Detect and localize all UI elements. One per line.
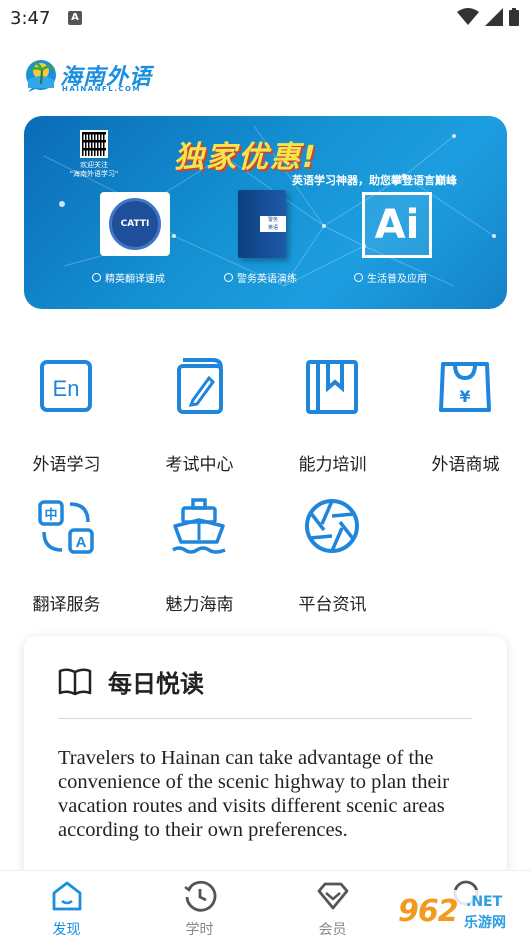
nav-item-study-hours[interactable]: 学时 <box>133 879 266 939</box>
nav-label: 会员 <box>318 922 347 938</box>
menu-label: 平台资讯 <box>298 595 367 615</box>
diamond-icon <box>317 882 348 910</box>
menu-item-foreign-language-study[interactable]: En 外语学习 <box>0 356 133 486</box>
exam-pencil-icon <box>177 358 223 414</box>
reading-text: Travelers to Hainan can take advantage o… <box>58 747 450 841</box>
wifi-icon <box>457 8 479 25</box>
qr-code <box>80 130 108 158</box>
menu-label: 能力培训 <box>298 455 367 475</box>
shopping-bag-yen-icon: ¥ <box>439 362 491 412</box>
banner-caption-text: 警务英语演练 <box>237 274 297 285</box>
menu-item-exam-center[interactable]: 考试中心 <box>133 356 266 486</box>
notification-icon: A <box>68 11 82 25</box>
ship-icon <box>172 498 226 554</box>
catti-badge: CATTI <box>100 192 170 256</box>
banner-caption-1: 精英翻译速成 <box>92 270 165 285</box>
history-clock-icon <box>183 880 216 912</box>
book-label: 警务 英语 <box>260 216 286 232</box>
nav-item-discover[interactable]: 发现 <box>0 879 133 939</box>
logo-domain: HAINANFL.COM <box>62 85 141 93</box>
banner-title: 独家优惠! <box>174 140 318 175</box>
nav-label: 发现 <box>52 922 81 938</box>
banner-caption-text: 精英翻译速成 <box>105 274 165 285</box>
app-logo: 海南外语 HAINANFL.COM <box>24 58 159 98</box>
ai-logo: Ai <box>362 192 432 258</box>
menu-item-platform-news[interactable]: 平台资讯 <box>266 496 399 626</box>
nav-item-membership[interactable]: 会员 <box>266 879 399 939</box>
card-title: 每日悦读 <box>108 670 204 698</box>
en-book-icon: En <box>40 360 92 412</box>
bookmark-book-icon <box>306 360 358 414</box>
menu-item-language-mall[interactable]: ¥ 外语商城 <box>399 356 531 486</box>
svg-text:A: A <box>76 534 87 551</box>
status-time: 3:47 <box>10 8 51 29</box>
watermark-number: 962 <box>398 894 459 929</box>
catti-seal: CATTI <box>109 198 161 250</box>
open-book-icon <box>58 667 92 695</box>
svg-text:¥: ¥ <box>459 387 470 406</box>
home-icon <box>52 881 81 911</box>
banner-caption-3: 生活普及应用 <box>354 270 427 285</box>
watermark-cn: 乐游网 <box>464 915 506 931</box>
status-bar: 3:47 A <box>0 0 531 36</box>
palm-tree-logo-icon <box>26 60 56 92</box>
svg-text:中: 中 <box>44 507 57 523</box>
qr-caption: 欢迎关注 "海南外语学习" <box>69 161 119 178</box>
caption-bullet-icon <box>354 273 363 282</box>
menu-label: 考试中心 <box>165 455 234 475</box>
menu-item-skills-training[interactable]: 能力培训 <box>266 356 399 486</box>
battery-icon <box>509 8 519 26</box>
nav-label: 学时 <box>185 922 214 938</box>
banner-slogan: 英语学习神器，助您攀登语言巅峰 <box>292 174 457 187</box>
card-header: 每日悦读 <box>58 664 204 699</box>
banner-caption-text: 生活普及应用 <box>367 274 427 285</box>
caption-bullet-icon <box>224 273 233 282</box>
translate-icon: 中 A <box>38 500 94 554</box>
status-icons <box>457 8 519 26</box>
menu-label: 外语学习 <box>32 455 101 475</box>
banner-caption-2: 警务英语演练 <box>224 270 297 285</box>
aperture-icon <box>305 499 359 553</box>
menu-label: 翻译服务 <box>32 595 101 615</box>
menu-label: 外语商城 <box>431 455 500 475</box>
menu-label: 魅力海南 <box>165 595 234 615</box>
watermark-suffix: .NET <box>466 894 503 910</box>
svg-text:En: En <box>53 376 80 401</box>
site-watermark: 962 .NET 乐游网 <box>392 890 528 936</box>
menu-item-translation-service[interactable]: 中 A 翻译服务 <box>0 496 133 626</box>
signal-icon <box>485 8 503 26</box>
menu-item-charming-hainan[interactable]: 魅力海南 <box>133 496 266 626</box>
caption-bullet-icon <box>92 273 101 282</box>
divider <box>58 718 472 719</box>
promo-banner[interactable]: 欢迎关注 "海南外语学习" 独家优惠! 英语学习神器，助您攀登语言巅峰 CATT… <box>24 116 507 309</box>
daily-reading-card[interactable]: 每日悦读 Travelers to Hainan can take advant… <box>24 636 507 896</box>
